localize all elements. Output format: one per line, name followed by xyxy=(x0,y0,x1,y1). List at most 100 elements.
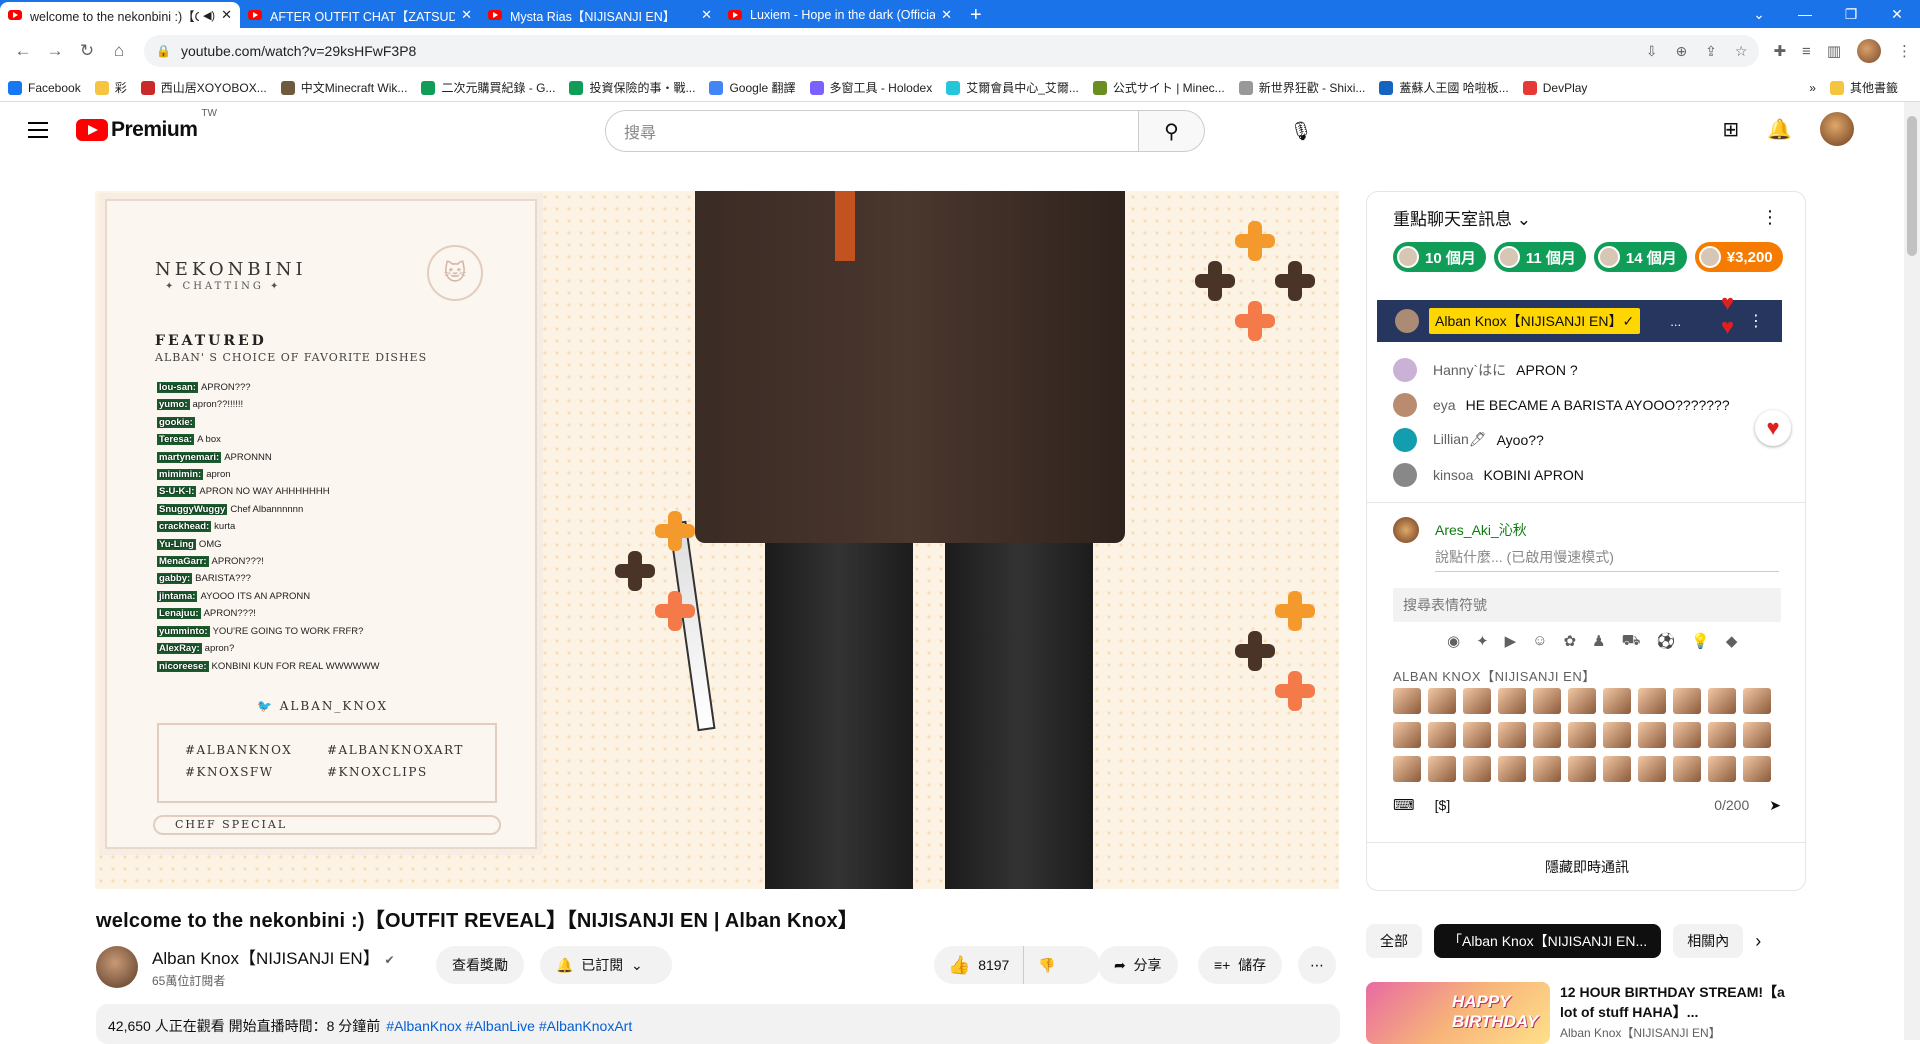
emoji-item[interactable] xyxy=(1463,688,1491,714)
chip-related[interactable]: 相關內 xyxy=(1673,924,1744,958)
emoji-item[interactable] xyxy=(1673,756,1701,782)
more-actions-icon[interactable]: ⋯ xyxy=(1298,946,1336,984)
super-chat-icon[interactable]: [$] xyxy=(1435,797,1451,813)
emoji-item[interactable] xyxy=(1568,688,1596,714)
ticker-item[interactable]: 14 個月 xyxy=(1593,242,1687,272)
emoji-item[interactable] xyxy=(1463,722,1491,748)
other-bookmarks-folder[interactable]: 其他書籤 xyxy=(1829,79,1898,96)
people-icon[interactable]: ♟ xyxy=(1592,632,1605,651)
emoji-item[interactable] xyxy=(1603,688,1631,714)
minimize-icon[interactable]: — xyxy=(1782,0,1828,28)
bookmark-star-icon[interactable]: ☆ xyxy=(1735,43,1748,60)
extensions-icon[interactable]: ✚ xyxy=(1773,42,1786,60)
install-icon[interactable]: ⇩ xyxy=(1646,43,1658,60)
video-thumbnail[interactable]: HAPPY BIRTHDAY xyxy=(1366,982,1550,1044)
bookmark-item[interactable]: 新世界狂歡 - Shixi... xyxy=(1238,79,1365,96)
bookmark-item[interactable]: 二次元購買紀錄 - G... xyxy=(421,79,555,96)
close-tab-icon[interactable]: ✕ xyxy=(221,7,232,23)
more-bookmarks-icon[interactable]: » xyxy=(1809,81,1816,95)
back-icon[interactable]: ← xyxy=(8,36,38,66)
browser-tab[interactable]: AFTER OUTFIT CHAT【ZATSUDAN】 ✕ xyxy=(240,2,480,28)
channel-avatar[interactable] xyxy=(96,945,138,988)
chat-input[interactable]: 說點什麼... (已啟用慢速模式) xyxy=(1435,547,1779,572)
like-button[interactable]: 👍 8197 xyxy=(934,946,1025,984)
search-input[interactable]: 搜尋 xyxy=(605,110,1139,152)
bookmark-item[interactable]: Facebook xyxy=(8,80,81,95)
close-tab-icon[interactable]: ✕ xyxy=(461,7,472,23)
emoji-item[interactable] xyxy=(1393,722,1421,748)
emoji-item[interactable] xyxy=(1673,722,1701,748)
perks-button[interactable]: 查看獎勵 xyxy=(436,946,524,984)
bookmark-item[interactable]: Google 翻譯 xyxy=(709,79,796,96)
emoji-item[interactable] xyxy=(1603,756,1631,782)
chip-channel[interactable]: 「Alban Knox【NIJISANJI EN... xyxy=(1434,924,1662,958)
bookmark-item[interactable]: 彩 xyxy=(94,79,127,96)
restore-icon[interactable]: ❐ xyxy=(1828,0,1874,28)
browser-tab[interactable]: Luxiem - Hope in the dark (Official) ✕ xyxy=(720,2,960,28)
chat-mode-selector[interactable]: 重點聊天室訊息 ⌄ xyxy=(1393,205,1531,230)
ticker-item[interactable]: 11 個月 xyxy=(1493,242,1586,272)
pinned-menu-icon[interactable]: ⋮ xyxy=(1748,311,1764,331)
speaker-icon[interactable]: ◀) xyxy=(203,9,215,22)
browser-tab[interactable]: Mysta Rias【NIJISANJI EN】 ✕ xyxy=(480,2,720,28)
emoji-item[interactable] xyxy=(1603,722,1631,748)
emoji-item[interactable] xyxy=(1638,722,1666,748)
hashtags[interactable]: #AlbanKnox #AlbanLive #AlbanKnoxArt xyxy=(386,1018,632,1034)
media-control-icon[interactable]: ≡ xyxy=(1802,43,1811,60)
bookmark-item[interactable]: 艾爾會員中心_艾爾... xyxy=(946,79,1079,96)
emoji-item[interactable] xyxy=(1708,756,1736,782)
emoji-item[interactable] xyxy=(1568,756,1596,782)
zoom-icon[interactable]: ⊕ xyxy=(1675,43,1687,60)
subscribed-button[interactable]: 🔔 已訂閱 ⌄ xyxy=(540,946,672,984)
ball-icon[interactable]: ⚽ xyxy=(1656,632,1675,651)
hide-chat-button[interactable]: 隱藏即時通訊 xyxy=(1367,842,1805,890)
side-panel-icon[interactable]: ▥ xyxy=(1827,42,1841,60)
search-button[interactable]: ⚲ xyxy=(1139,110,1205,152)
car-icon[interactable]: ⛟ xyxy=(1622,632,1641,651)
emoji-item[interactable] xyxy=(1568,722,1596,748)
voice-search-icon[interactable]: 🎙 xyxy=(1282,112,1320,150)
description-box[interactable]: 42,650 人正在觀看 開始直播時間：8 分鐘前 #AlbanKnox #Alb… xyxy=(96,1004,1340,1044)
emoji-item[interactable] xyxy=(1638,756,1666,782)
close-tab-icon[interactable]: ✕ xyxy=(941,7,952,23)
page-scrollbar[interactable] xyxy=(1904,102,1920,1040)
emoji-item[interactable] xyxy=(1533,722,1561,748)
close-tab-icon[interactable]: ✕ xyxy=(701,7,712,23)
bulb-icon[interactable]: 💡 xyxy=(1691,632,1710,651)
bookmark-item[interactable]: 公式サイト | Minec... xyxy=(1092,79,1225,96)
emoji-item[interactable] xyxy=(1393,688,1421,714)
bookmark-item[interactable]: 多窗工具 - Holodex xyxy=(809,79,932,96)
emoji-item[interactable] xyxy=(1428,756,1456,782)
sparkle-icon[interactable]: ✦ xyxy=(1476,632,1489,651)
emoji-item[interactable] xyxy=(1673,688,1701,714)
ticker-item[interactable]: 10 個月 xyxy=(1393,242,1486,272)
bookmark-item[interactable]: 投資保險的事・戰... xyxy=(569,79,695,96)
emoji-item[interactable] xyxy=(1498,722,1526,748)
youtube-logo[interactable]: Premium TW xyxy=(76,108,217,142)
send-icon[interactable]: ➤ xyxy=(1769,797,1781,814)
chat-menu-icon[interactable]: ⋮ xyxy=(1761,207,1779,228)
emoji-item[interactable] xyxy=(1743,722,1771,748)
tab-search-icon[interactable]: ⌄ xyxy=(1736,0,1782,28)
emoji-item[interactable] xyxy=(1743,688,1771,714)
keyboard-icon[interactable]: ⌨ xyxy=(1393,796,1415,814)
emoji-item[interactable] xyxy=(1533,688,1561,714)
chip-all[interactable]: 全部 xyxy=(1366,924,1422,958)
chevron-right-icon[interactable]: › xyxy=(1755,931,1761,952)
bookmark-item[interactable]: 西山居XOYOBOX... xyxy=(140,79,267,96)
browser-menu-icon[interactable]: ⋮ xyxy=(1897,42,1912,60)
related-video-title[interactable]: 12 HOUR BIRTHDAY STREAM!【a lot of stuff … xyxy=(1560,982,1790,1022)
reload-icon[interactable]: ↻ xyxy=(72,36,102,66)
bookmark-item[interactable]: 中文Minecraft Wik... xyxy=(280,79,407,96)
home-icon[interactable]: ⌂ xyxy=(104,36,134,66)
lock-icon[interactable]: 🔒 xyxy=(156,44,171,58)
emoji-search-input[interactable]: 搜尋表情符號 xyxy=(1393,588,1781,622)
dislike-button[interactable]: 👎 xyxy=(1024,957,1069,974)
profile-avatar[interactable] xyxy=(1857,39,1881,63)
forward-icon[interactable]: → xyxy=(40,36,70,66)
create-video-icon[interactable]: ⊞ xyxy=(1722,117,1739,142)
emoji-item[interactable] xyxy=(1498,756,1526,782)
menu-icon[interactable] xyxy=(18,110,58,150)
related-video-item[interactable]: HAPPY BIRTHDAY 12 HOUR BIRTHDAY STREAM!【… xyxy=(1366,982,1790,1044)
bookmark-item[interactable]: DevPlay xyxy=(1522,80,1587,95)
